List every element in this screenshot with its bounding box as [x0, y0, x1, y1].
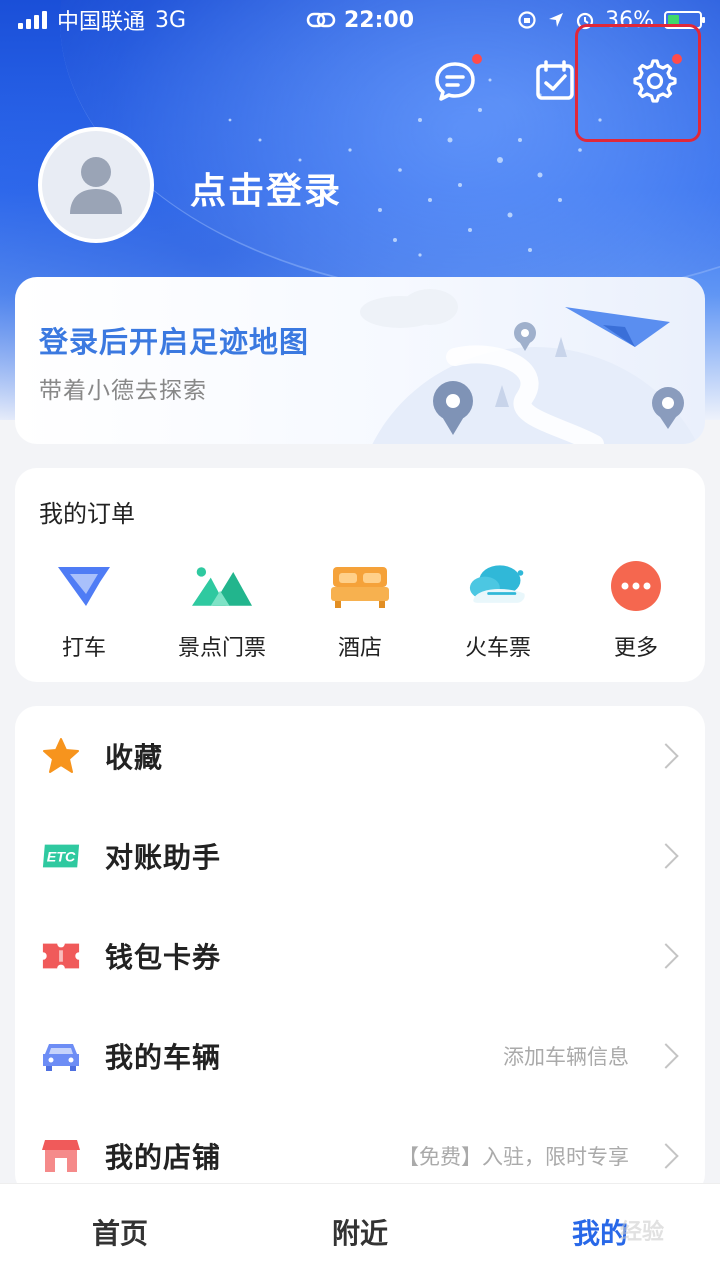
- menu-item-hint: 添加车辆信息: [503, 1045, 629, 1069]
- tab-nearby[interactable]: 附近: [240, 1184, 480, 1280]
- message-icon: [435, 62, 475, 101]
- order-label: 景点门票: [177, 636, 266, 661]
- footprint-subtitle: 带着小德去探索: [39, 378, 207, 404]
- unread-dot: [472, 54, 482, 64]
- avatar[interactable]: [38, 127, 154, 243]
- ticket-icon: [42, 943, 80, 969]
- order-more[interactable]: 更多: [567, 560, 705, 662]
- shop-icon: [42, 1140, 80, 1172]
- menu-item-reconcile[interactable]: ETC 对账助手: [15, 806, 705, 906]
- menu-item-label: 收藏: [105, 741, 164, 774]
- order-taxi[interactable]: 打车: [15, 560, 153, 662]
- taxi-icon: [58, 567, 110, 606]
- star-icon: [43, 738, 79, 773]
- svg-text:ETC: ETC: [47, 850, 76, 866]
- network-type: 3G: [155, 7, 187, 33]
- train-icon: [469, 565, 525, 603]
- login-prompt[interactable]: 点击登录: [190, 162, 342, 214]
- mountain-icon: [192, 567, 252, 606]
- chevron-right-icon: [653, 1043, 679, 1069]
- car-icon: [43, 1044, 79, 1071]
- chevron-right-icon: [653, 1143, 679, 1169]
- pin-icon: [514, 322, 536, 351]
- tab-bar: 首页 附近 我的: [0, 1183, 720, 1280]
- map-illustration: [360, 289, 698, 444]
- bed-icon: [331, 567, 389, 608]
- chevron-right-icon: [653, 843, 679, 869]
- menu-item-label: 钱包卡券: [105, 941, 222, 974]
- order-label: 更多: [613, 636, 658, 661]
- more-icon: [611, 561, 661, 611]
- checkin-button[interactable]: [532, 58, 578, 104]
- footprint-map-card[interactable]: 登录后开启足迹地图 带着小德去探索: [15, 277, 705, 444]
- menu-item-label: 对账助手: [105, 841, 222, 874]
- checkin-icon: [536, 60, 574, 100]
- location-icon: [549, 13, 564, 27]
- tab-home[interactable]: 首页: [0, 1184, 240, 1280]
- menu-item-vehicles[interactable]: 我的车辆 添加车辆信息: [15, 1006, 705, 1106]
- footprint-title: 登录后开启足迹地图: [39, 325, 310, 359]
- order-hotel[interactable]: 酒店: [291, 560, 429, 662]
- chevron-right-icon: [653, 743, 679, 769]
- orders-card: 我的订单 打车 景点门票 酒店 火车票 更多: [15, 468, 705, 682]
- order-label: 火车票: [464, 636, 531, 661]
- highlight-annotation: [575, 24, 701, 142]
- orders-title: 我的订单: [39, 500, 135, 528]
- message-button[interactable]: [432, 54, 482, 104]
- order-label: 酒店: [337, 636, 382, 661]
- menu-item-wallet[interactable]: 钱包卡券: [15, 906, 705, 1006]
- link-icon: [306, 12, 336, 28]
- tab-mine[interactable]: 我的: [480, 1184, 720, 1280]
- order-train[interactable]: 火车票: [429, 560, 567, 662]
- menu-card: 收藏 ETC 对账助手 钱包卡券 我的车辆 添加车辆信息 我的店铺 【免费】入驻…: [15, 706, 705, 1196]
- menu-item-label: 我的店铺: [105, 1141, 222, 1174]
- order-tickets[interactable]: 景点门票: [153, 560, 291, 662]
- user-icon: [70, 157, 122, 214]
- menu-item-favorites[interactable]: 收藏: [15, 706, 705, 806]
- menu-item-label: 我的车辆: [105, 1041, 222, 1074]
- carrier-name: 中国联通: [57, 10, 146, 35]
- etc-icon: ETC: [42, 844, 80, 868]
- clock: 22:00: [343, 7, 415, 33]
- signal-icon: [18, 11, 47, 29]
- chevron-right-icon: [653, 943, 679, 969]
- order-label: 打车: [61, 636, 106, 661]
- order-items: 打车 景点门票 酒店 火车票 更多: [15, 560, 705, 662]
- watermark: 经验: [620, 1220, 665, 1245]
- menu-item-hint: 【免费】入驻，限时专享: [398, 1145, 629, 1169]
- rotation-lock-icon: [518, 11, 536, 29]
